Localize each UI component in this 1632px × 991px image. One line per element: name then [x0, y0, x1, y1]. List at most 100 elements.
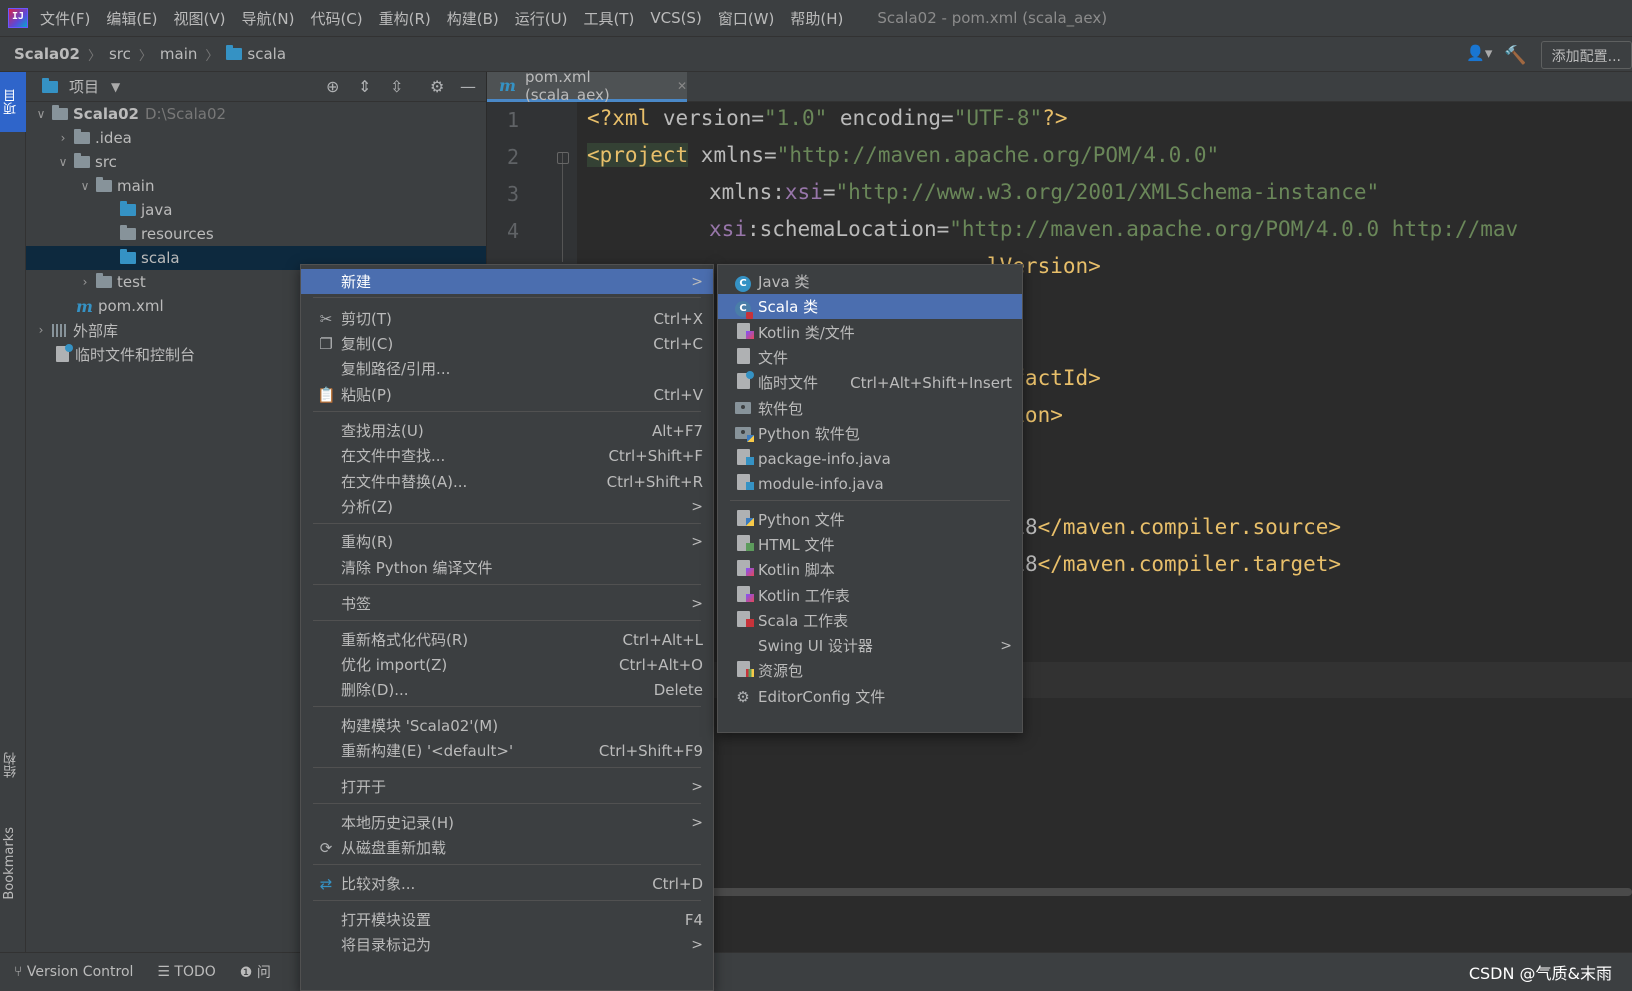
submenu-item-kotlin-script[interactable]: Kotlin 脚本 [718, 557, 1022, 582]
submenu-item-java-class[interactable]: C Java 类 [718, 269, 1022, 294]
menu-help[interactable]: 帮助(H) [790, 8, 843, 29]
menu-build[interactable]: 构建(B) [447, 8, 499, 29]
tree-item-resources[interactable]: resources [26, 222, 486, 246]
menu-item-reformat[interactable]: 重新格式化代码(R) Ctrl+Alt+L [301, 627, 713, 652]
menu-view[interactable]: 视图(V) [174, 8, 226, 29]
project-panel-title[interactable]: 项目 [69, 76, 99, 97]
menu-item-refactor[interactable]: 重构(R) > [301, 529, 713, 554]
tree-item-scala02[interactable]: ∨ Scala02 D:\Scala02 [26, 102, 486, 126]
chevron-down-icon[interactable]: ∨ [34, 107, 48, 121]
menu-navigate[interactable]: 导航(N) [242, 8, 295, 29]
project-tool-tab[interactable]: 项目 [0, 72, 26, 132]
menu-code[interactable]: 代码(C) [310, 8, 362, 29]
menu-item-rebuild[interactable]: 重新构建(E) '<default>' Ctrl+Shift+F9 [301, 738, 713, 763]
menu-item-mark-directory[interactable]: 将目录标记为 > [301, 932, 713, 957]
chevron-down-icon[interactable]: ∨ [78, 179, 92, 193]
submenu-item-module-info[interactable]: module-info.java [718, 471, 1022, 496]
menu-window[interactable]: 窗口(W) [718, 8, 775, 29]
menu-vcs[interactable]: VCS(S) [650, 9, 701, 27]
add-configuration-button[interactable]: 添加配置... [1540, 41, 1632, 69]
tab-pom-xml[interactable]: m pom.xml (scala_aex) ✕ [487, 68, 687, 104]
package-icon [734, 400, 752, 418]
menu-separator [313, 584, 701, 585]
intellij-logo-icon: IJ [8, 8, 28, 28]
menu-item-copy[interactable]: ❐ 复制(C) Ctrl+C [301, 331, 713, 356]
menu-item-copy-path[interactable]: 复制路径/引用... [301, 356, 713, 381]
locate-icon[interactable]: ⊕ [326, 77, 339, 96]
menu-item-local-history[interactable]: 本地历史记录(H) > [301, 810, 713, 835]
html-file-icon [734, 534, 754, 555]
menu-file[interactable]: 文件(F) [40, 8, 90, 29]
todo-tab[interactable]: ☰ TODO [157, 964, 215, 980]
module-folder-icon [52, 105, 68, 120]
menu-item-analyze[interactable]: 分析(Z) > [301, 494, 713, 519]
submenu-item-package[interactable]: 软件包 [718, 396, 1022, 421]
menu-tools[interactable]: 工具(T) [583, 8, 634, 29]
menu-item-find-in-files[interactable]: 在文件中查找... Ctrl+Shift+F [301, 443, 713, 468]
minimize-icon[interactable]: — [460, 77, 476, 96]
breadcrumb-src[interactable]: src [109, 45, 131, 63]
tree-item-src[interactable]: ∨ src [26, 150, 486, 174]
collapse-all-icon[interactable]: ⇳ [390, 77, 403, 96]
menu-item-reload-from-disk[interactable]: ⟳ 从磁盘重新加载 [301, 835, 713, 860]
tree-item-main[interactable]: ∨ main [26, 174, 486, 198]
menu-refactor[interactable]: 重构(R) [379, 8, 431, 29]
breadcrumb-project[interactable]: Scala02 [14, 45, 80, 63]
cut-icon: ✂ [319, 309, 333, 328]
expand-all-icon[interactable]: ⇕ [358, 77, 371, 96]
tree-label: resources [141, 225, 214, 243]
submenu-item-scratch-file[interactable]: 临时文件 Ctrl+Alt+Shift+Insert [718, 370, 1022, 395]
submenu-item-kotlin-worksheet[interactable]: Kotlin 工作表 [718, 583, 1022, 608]
submenu-item-scala-class[interactable]: C Scala 类 [718, 294, 1022, 319]
bookmarks-tool-tab[interactable]: Bookmarks [2, 827, 17, 900]
menu-item-clean-python[interactable]: 清除 Python 编译文件 [301, 555, 713, 580]
tree-item-java[interactable]: java [26, 198, 486, 222]
menu-item-build-module[interactable]: 构建模块 'Scala02'(M) [301, 713, 713, 738]
java-file-icon [734, 448, 754, 469]
hammer-build-icon[interactable]: 🔨 [1504, 45, 1526, 66]
menu-item-paste[interactable]: 📋 粘贴(P) Ctrl+V [301, 382, 713, 407]
submenu-item-package-info[interactable]: package-info.java [718, 446, 1022, 471]
chevron-right-icon[interactable]: › [56, 131, 70, 145]
submenu-item-resource-bundle[interactable]: 资源包 [718, 658, 1022, 683]
menu-run[interactable]: 运行(U) [515, 8, 568, 29]
menu-item-replace-in-files[interactable]: 在文件中替换(A)... Ctrl+Shift+R [301, 469, 713, 494]
chevron-down-icon[interactable]: ∨ [56, 155, 70, 169]
submenu-item-editorconfig[interactable]: ⚙ EditorConfig 文件 [718, 684, 1022, 709]
menu-item-find-usages[interactable]: 查找用法(U) Alt+F7 [301, 418, 713, 443]
menu-separator [313, 620, 701, 621]
menu-item-delete[interactable]: 删除(D)... Delete [301, 677, 713, 702]
chevron-right-icon[interactable]: › [34, 323, 48, 337]
code-line-2: <project xmlns="http://maven.apache.org/… [587, 143, 1220, 167]
submenu-item-kotlin-file[interactable]: Kotlin 类/文件 [718, 320, 1022, 345]
breadcrumb-scala[interactable]: scala [247, 45, 286, 63]
menu-item-optimize-imports[interactable]: 优化 import(Z) Ctrl+Alt+O [301, 652, 713, 677]
submenu-item-file[interactable]: 文件 [718, 345, 1022, 370]
menu-item-bookmarks[interactable]: 书签 > [301, 591, 713, 616]
fold-marker-icon[interactable] [557, 152, 569, 164]
menu-item-compare-with[interactable]: ⇄ 比较对象... Ctrl+D [301, 871, 713, 896]
menu-item-open-in[interactable]: 打开于 > [301, 774, 713, 799]
close-icon[interactable]: ✕ [677, 79, 687, 93]
user-icon[interactable]: 👤▾ [1466, 44, 1494, 66]
submenu-item-html-file[interactable]: HTML 文件 [718, 532, 1022, 557]
maven-icon: m [76, 296, 93, 316]
menu-item-cut[interactable]: ✂ 剪切(T) Ctrl+X [301, 306, 713, 331]
chevron-right-icon[interactable]: › [78, 275, 92, 289]
tree-item-idea[interactable]: › .idea [26, 126, 486, 150]
submenu-item-scala-worksheet[interactable]: Scala 工作表 [718, 608, 1022, 633]
chevron-down-icon[interactable]: ▼ [111, 80, 120, 94]
problems-tab[interactable]: ❶ 问 [240, 962, 271, 982]
submenu-item-python-file[interactable]: Python 文件 [718, 507, 1022, 532]
submenu-item-swing-ui[interactable]: Swing UI 设计器 > [718, 633, 1022, 658]
menu-edit[interactable]: 编辑(E) [106, 8, 157, 29]
submenu-item-python-package[interactable]: Python 软件包 [718, 421, 1022, 446]
menu-item-module-settings[interactable]: 打开模块设置 F4 [301, 907, 713, 932]
branch-icon: ⑂ [14, 964, 27, 980]
horizontal-scrollbar[interactable] [687, 888, 1632, 896]
gear-icon[interactable]: ⚙ [430, 77, 444, 96]
menu-item-new[interactable]: 新建 > [301, 269, 713, 294]
version-control-tab[interactable]: ⑂ Version Control [14, 964, 133, 980]
breadcrumb-main[interactable]: main [160, 45, 197, 63]
structure-tool-tab[interactable]: 结构 [2, 752, 21, 778]
